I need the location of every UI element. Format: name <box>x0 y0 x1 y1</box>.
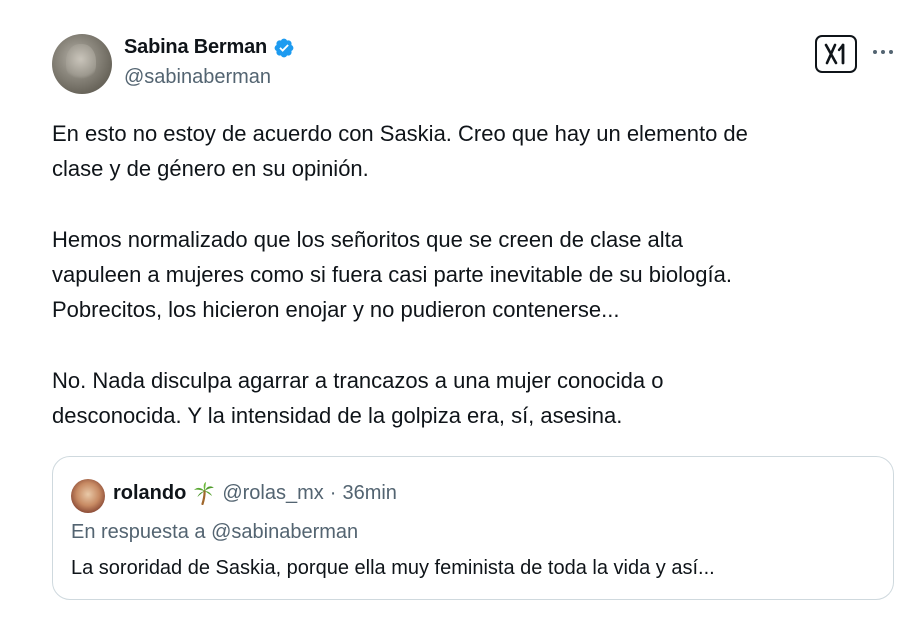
quoted-tweet-header: rolando @rolas_mx · 36min <box>113 481 397 505</box>
grok-button[interactable] <box>815 35 857 73</box>
separator-dot: · <box>329 481 337 504</box>
grok-icon <box>824 43 845 65</box>
reply-context: En respuesta a @sabinaberman <box>71 521 359 543</box>
quoted-author-handle: @rolas_mx <box>222 481 324 504</box>
quoted-tweet-text: La sororidad de Saskia, porque ella muy … <box>71 557 715 579</box>
tweet-paragraph: Hemos normalizado que los señoritos que … <box>52 227 732 322</box>
tweet-text: En esto no estoy de acuerdo con Saskia. … <box>52 116 892 469</box>
tweet-paragraph: En esto no estoy de acuerdo con Saskia. … <box>52 121 748 181</box>
author-name-row: Sabina Berman <box>124 36 295 59</box>
quoted-tweet-card[interactable]: rolando @rolas_mx · 36min En respuesta a… <box>52 456 894 600</box>
quoted-author-name: rolando <box>113 481 187 504</box>
more-icon[interactable] <box>870 40 896 64</box>
author-handle[interactable]: @sabinaberman <box>124 66 271 89</box>
quoted-tweet-time[interactable]: 36min <box>342 482 396 505</box>
palm-tree-emoji-icon <box>194 482 215 505</box>
quoted-author-avatar <box>71 479 105 513</box>
verified-badge-icon <box>274 38 294 57</box>
author-name[interactable]: Sabina Berman <box>124 36 267 59</box>
author-avatar[interactable] <box>52 34 112 94</box>
tweet-paragraph: No. Nada disculpa agarrar a trancazos a … <box>52 368 664 428</box>
